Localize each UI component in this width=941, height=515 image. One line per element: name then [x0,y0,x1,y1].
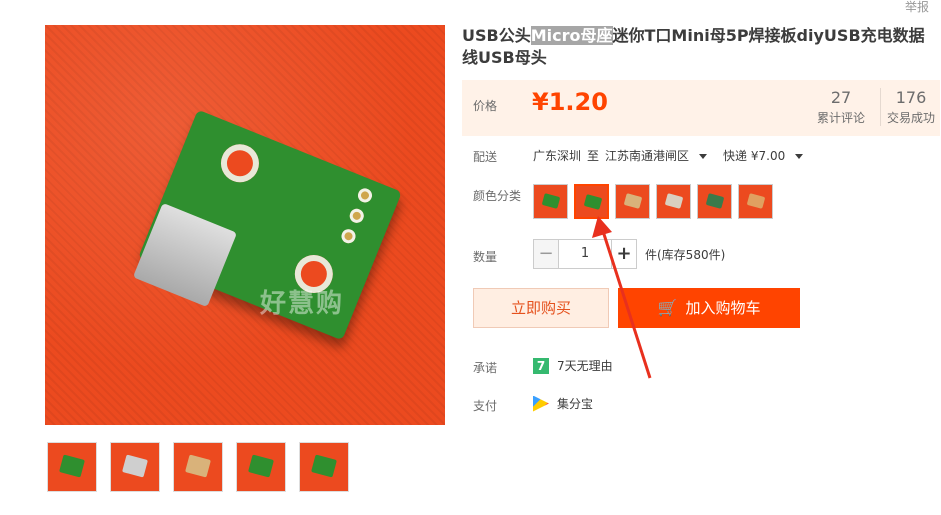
color-swatch[interactable] [738,184,773,219]
seven-day-icon: 7 [533,357,549,374]
mount-hole [215,138,265,188]
chevron-down-icon [795,154,804,159]
main-product-image: 好慧购 [45,25,445,425]
solder-pad [355,186,375,205]
color-swatch[interactable] [615,184,650,219]
color-swatch[interactable] [656,184,691,219]
increment-button[interactable]: + [611,239,637,269]
thumbnail-strip [47,442,349,492]
thumbnail[interactable] [173,442,223,492]
promise-label: 承诺 [473,361,498,375]
watermark: 好慧购 [260,289,345,319]
ship-method-dropdown[interactable]: 快递 ¥7.00 [723,149,813,163]
color-swatch[interactable] [533,184,568,219]
decrement-button[interactable]: − [533,239,559,269]
price-box: 价格 ¥1.20 27 累计评论 176 交易成功 [462,80,940,136]
thumbnail[interactable] [299,442,349,492]
promise-info[interactable]: 7 7天无理由 [533,357,613,374]
product-title: USB公头Micro母座迷你T口Mini母5P焊接板diyUSB充电数据线USB… [462,26,925,67]
reviews-stat[interactable]: 27 累计评论 [815,88,867,126]
report-link[interactable]: 举报 [905,0,929,15]
stock-text: 件(库存580件) [645,247,726,262]
cart-icon: 🛒 [657,298,678,317]
ship-to-dropdown[interactable]: 江苏南通港闸区 [605,149,717,163]
shipping-info: 广东深圳至江苏南通港闸区 快递 ¥7.00 [533,147,819,164]
quantity-label: 数量 [473,250,498,264]
price-label: 价格 [473,99,498,113]
color-label: 颜色分类 [473,189,522,203]
payment-info: 集分宝 [533,395,593,412]
color-options [533,184,773,219]
solder-pad [347,206,366,225]
add-to-cart-button[interactable]: 🛒 加入购物车 [618,288,800,328]
title-highlight: Micro母座 [530,26,613,45]
thumbnail[interactable] [110,442,160,492]
ship-from: 广东深圳 [533,149,582,163]
chevron-down-icon [699,154,708,159]
color-swatch[interactable] [697,184,732,219]
sales-stat: 176 交易成功 [880,88,941,126]
quantity-stepper: − 1 + 件(库存580件) [533,239,725,269]
quantity-input[interactable]: 1 [559,239,611,269]
solder-pad [339,227,358,246]
color-swatch-selected[interactable] [574,184,609,219]
payment-label: 支付 [473,399,498,413]
shipping-label: 配送 [473,150,498,164]
buy-now-button[interactable]: 立即购买 [473,288,609,328]
ship-to-word: 至 [587,149,600,163]
thumbnail[interactable] [236,442,286,492]
thumbnail[interactable] [47,442,97,492]
jifenbao-icon [533,395,549,412]
price-value: ¥1.20 [532,88,608,116]
